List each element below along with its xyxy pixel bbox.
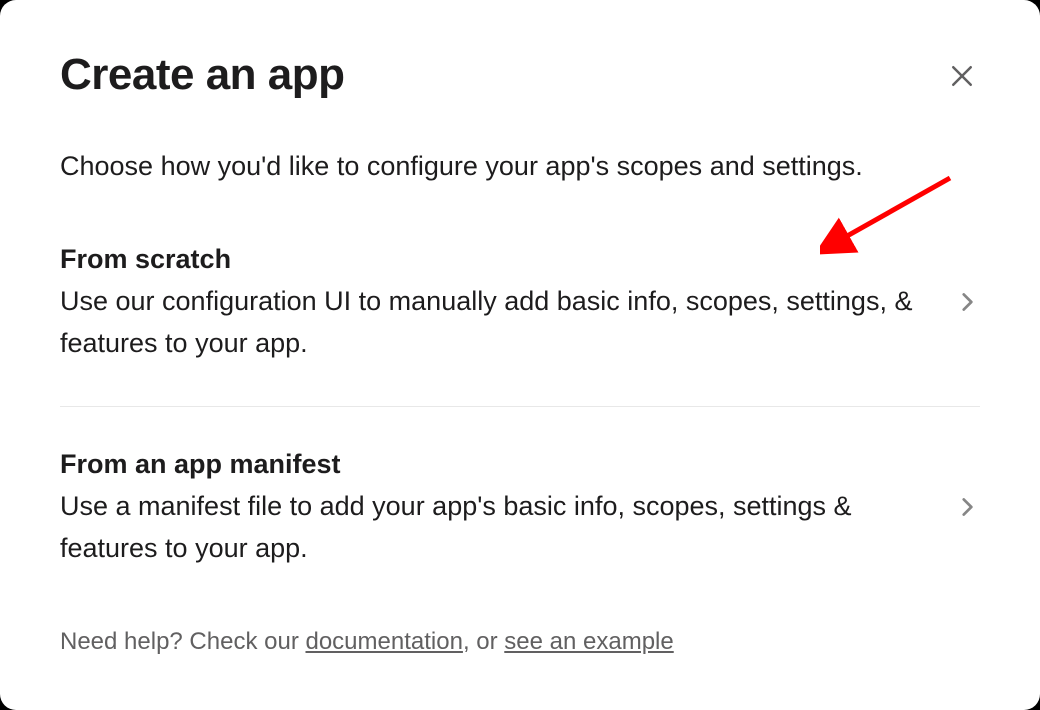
option-content: From scratch Use our configuration UI to… [60, 244, 954, 365]
close-button[interactable] [944, 58, 980, 94]
create-app-modal: Create an app Choose how you'd like to c… [0, 0, 1040, 710]
documentation-link[interactable]: documentation [305, 628, 462, 655]
modal-title: Create an app [60, 50, 344, 100]
option-title: From an app manifest [60, 449, 914, 480]
option-from-scratch[interactable]: From scratch Use our configuration UI to… [60, 244, 980, 408]
see-example-link[interactable]: see an example [504, 628, 673, 655]
modal-header: Create an app [60, 50, 980, 100]
option-description: Use a manifest file to add your app's ba… [60, 486, 914, 570]
option-from-manifest[interactable]: From an app manifest Use a manifest file… [60, 449, 980, 612]
footer-help: Need help? Check our documentation, or s… [60, 628, 980, 656]
footer-prefix: Need help? Check our [60, 628, 305, 655]
close-icon [947, 61, 977, 91]
footer-middle: , or [463, 628, 504, 655]
modal-subtitle: Choose how you'd like to configure your … [60, 148, 980, 186]
option-description: Use our configuration UI to manually add… [60, 281, 914, 365]
option-title: From scratch [60, 244, 914, 275]
chevron-right-icon [954, 289, 980, 320]
chevron-right-icon [954, 494, 980, 525]
option-content: From an app manifest Use a manifest file… [60, 449, 954, 570]
